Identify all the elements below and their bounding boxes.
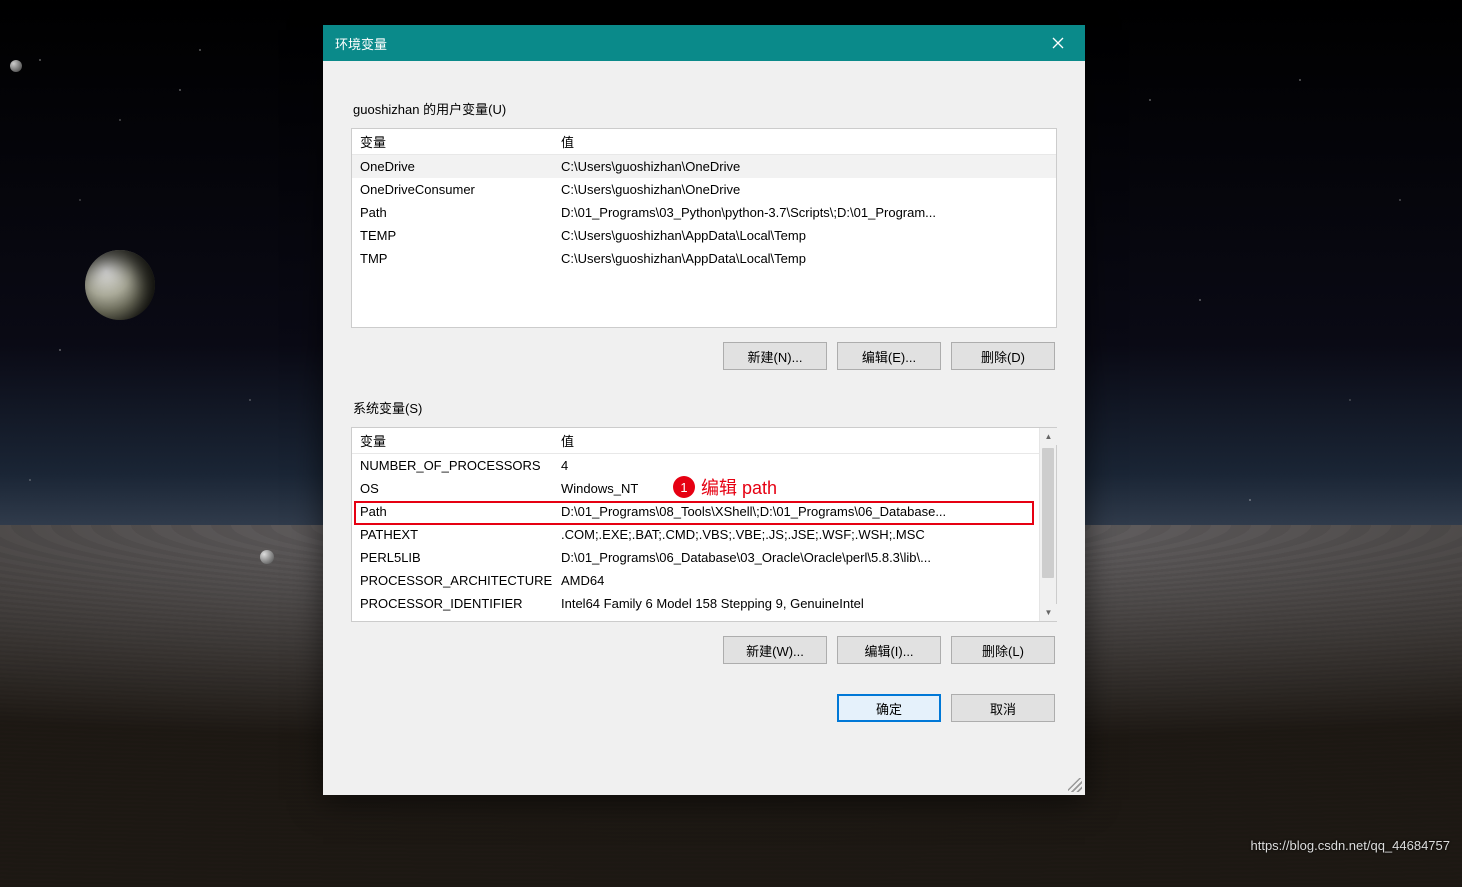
table-row[interactable]: OneDriveConsumer C:\Users\guoshizhan\One… [352, 178, 1056, 201]
user-new-button[interactable]: 新建(N)... [723, 342, 827, 370]
sys-delete-button[interactable]: 删除(L) [951, 636, 1055, 664]
env-var-dialog: 环境变量 guoshizhan 的用户变量(U) 变量 值 OneDrive C… [323, 25, 1085, 795]
close-button[interactable] [1035, 29, 1081, 57]
table-row[interactable]: PATHEXT.COM;.EXE;.BAT;.CMD;.VBS;.VBE;.JS… [352, 523, 1056, 546]
user-edit-button[interactable]: 编辑(E)... [837, 342, 941, 370]
sys-vars-label: 系统变量(S) [353, 398, 1057, 417]
col-header-val[interactable]: 值 [557, 431, 1056, 450]
scroll-up-icon[interactable]: ▲ [1040, 428, 1057, 445]
watermark: https://blog.csdn.net/qq_44684757 [1251, 838, 1451, 853]
user-vars-listbox[interactable]: 变量 值 OneDrive C:\Users\guoshizhan\OneDri… [351, 128, 1057, 328]
ok-button[interactable]: 确定 [837, 694, 941, 722]
close-icon [1052, 37, 1064, 49]
table-row[interactable]: TEMP C:\Users\guoshizhan\AppData\Local\T… [352, 224, 1056, 247]
sys-new-button[interactable]: 新建(W)... [723, 636, 827, 664]
planet-icon [85, 250, 155, 320]
dialog-content: guoshizhan 的用户变量(U) 变量 值 OneDrive C:\Use… [323, 61, 1085, 732]
resize-grip-icon[interactable] [1068, 778, 1082, 792]
table-row[interactable]: OneDrive C:\Users\guoshizhan\OneDrive [352, 155, 1056, 178]
col-header-var[interactable]: 变量 [352, 431, 557, 450]
window-title: 环境变量 [335, 34, 1035, 53]
user-vars-buttons: 新建(N)... 编辑(E)... 删除(D) [351, 342, 1055, 370]
moon-icon [260, 550, 274, 564]
table-row[interactable]: PathD:\01_Programs\08_Tools\XShell\;D:\0… [352, 500, 1056, 523]
table-row[interactable]: PERL5LIBD:\01_Programs\06_Database\03_Or… [352, 546, 1056, 569]
table-row[interactable]: PROCESSOR_ARCHITECTUREAMD64 [352, 569, 1056, 592]
scroll-thumb[interactable] [1042, 448, 1054, 578]
col-header-var[interactable]: 变量 [352, 132, 557, 151]
scrollbar[interactable]: ▲ ▼ [1039, 428, 1056, 621]
user-vars-label: guoshizhan 的用户变量(U) [353, 99, 1057, 118]
annotation-callout: 1 编辑 path [673, 474, 777, 500]
annotation-text: 编辑 path [701, 474, 777, 500]
annotation-badge: 1 [673, 476, 695, 498]
cancel-button[interactable]: 取消 [951, 694, 1055, 722]
titlebar[interactable]: 环境变量 [323, 25, 1085, 61]
scroll-down-icon[interactable]: ▼ [1040, 604, 1057, 621]
user-delete-button[interactable]: 删除(D) [951, 342, 1055, 370]
sys-edit-button[interactable]: 编辑(I)... [837, 636, 941, 664]
sys-vars-buttons: 新建(W)... 编辑(I)... 删除(L) [351, 636, 1055, 664]
col-header-val[interactable]: 值 [557, 132, 1056, 151]
dialog-buttons: 确定 取消 [351, 694, 1055, 722]
sys-vars-listbox[interactable]: 变量 值 NUMBER_OF_PROCESSORS4OSWindows_NTPa… [351, 427, 1057, 622]
sys-vars-header: 变量 值 [352, 428, 1056, 454]
user-vars-header: 变量 值 [352, 129, 1056, 155]
table-row[interactable]: PROCESSOR_IDENTIFIERIntel64 Family 6 Mod… [352, 592, 1056, 615]
table-row[interactable]: Path D:\01_Programs\03_Python\python-3.7… [352, 201, 1056, 224]
table-row[interactable]: TMP C:\Users\guoshizhan\AppData\Local\Te… [352, 247, 1056, 270]
moon-icon [10, 60, 22, 72]
